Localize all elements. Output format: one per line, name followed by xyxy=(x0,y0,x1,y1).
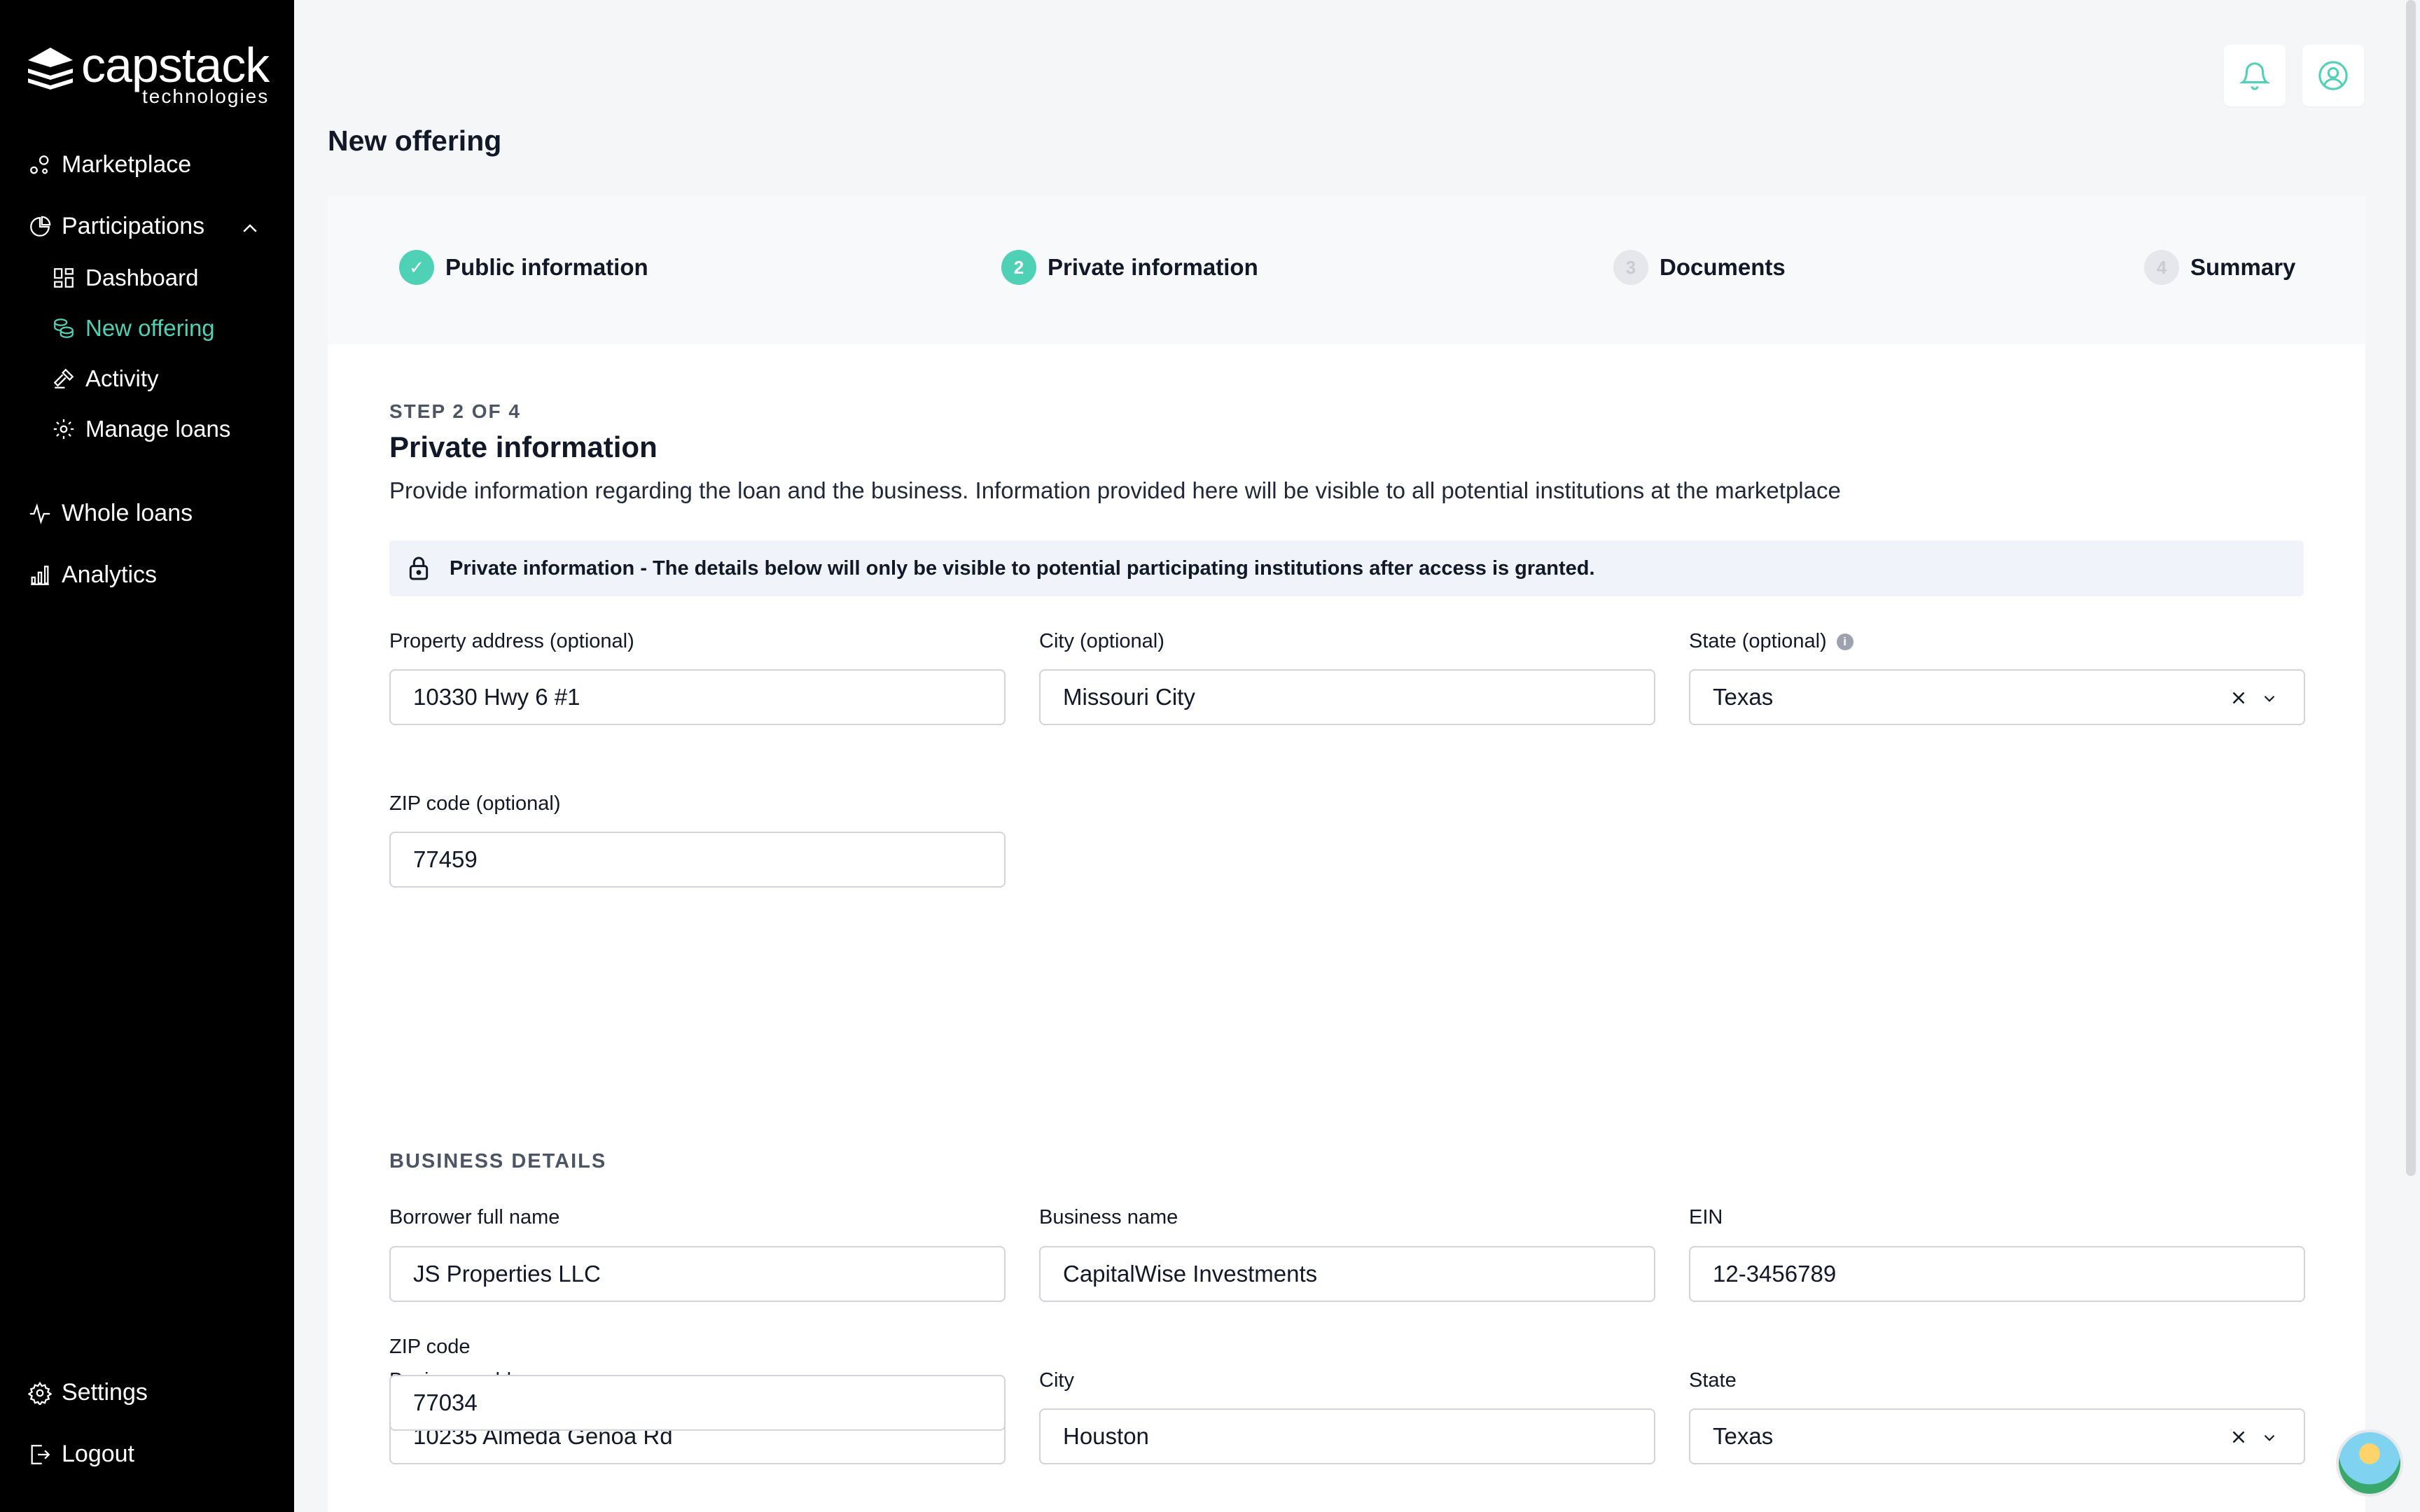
dashboard-icon xyxy=(54,268,74,288)
sidebar: capstack technologies Marketplace Partic… xyxy=(0,0,294,1512)
step-label: Private information xyxy=(1048,254,1258,280)
property-zip-input[interactable] xyxy=(389,832,1006,888)
sidebar-item-analytics[interactable]: Analytics xyxy=(28,561,157,589)
property-zip-label: ZIP code (optional) xyxy=(389,792,561,815)
ein-input[interactable] xyxy=(1689,1246,2305,1302)
sidebar-item-label: Dashboard xyxy=(85,265,199,290)
clear-icon[interactable] xyxy=(2228,687,2249,708)
sidebar-item-logout[interactable]: Logout xyxy=(28,1441,134,1468)
chevron-down-icon[interactable] xyxy=(2260,690,2279,708)
borrower-name-label: Borrower full name xyxy=(389,1206,560,1228)
sidebar-item-settings[interactable]: Settings xyxy=(28,1379,148,1406)
sidebar-item-participations[interactable]: Participations xyxy=(28,213,204,240)
scrollbar[interactable] xyxy=(2406,0,2416,1176)
property-city-input[interactable] xyxy=(1039,669,1655,725)
bar-chart-icon xyxy=(31,565,49,585)
marketplace-icon xyxy=(30,155,49,174)
private-info-notice: Private information - The details below … xyxy=(389,540,2304,596)
logo-stack-icon xyxy=(28,48,73,90)
step-label: Public information xyxy=(445,254,648,280)
select-value: Texas xyxy=(1713,1423,1774,1449)
step-label: Documents xyxy=(1660,254,1786,280)
chevron-down-icon[interactable] xyxy=(2260,1429,2279,1447)
notifications-button[interactable] xyxy=(2224,45,2286,106)
property-address-label: Property address (optional) xyxy=(389,630,634,652)
business-city-label: City xyxy=(1039,1369,1074,1392)
sidebar-item-label: Participations xyxy=(62,213,205,239)
property-state-select[interactable]: Texas xyxy=(1689,669,2305,725)
capstack-logo[interactable]: capstack technologies xyxy=(27,38,270,106)
step-documents[interactable]: 3 Documents xyxy=(1613,250,1786,285)
lock-icon xyxy=(409,556,429,580)
stepper: ✓ Public information 2 Private informati… xyxy=(328,196,2365,344)
sidebar-item-new-offering[interactable]: New offering xyxy=(52,315,215,342)
section-description: Provide information regarding the loan a… xyxy=(389,477,1841,503)
property-state-label-row: State (optional) i xyxy=(1689,630,1854,653)
logo-text: capstack xyxy=(81,38,270,92)
step-private-information[interactable]: 2 Private information xyxy=(1001,250,1258,285)
gavel-icon xyxy=(53,368,74,388)
ein-label: EIN xyxy=(1689,1206,1723,1228)
step-counter: STEP 2 OF 4 xyxy=(389,400,521,422)
sidebar-item-label: Logout xyxy=(62,1441,134,1467)
info-icon[interactable]: i xyxy=(1836,633,1854,650)
notice-text: Private information - The details below … xyxy=(450,556,1595,580)
business-city-input[interactable] xyxy=(1039,1408,1655,1464)
page-title: New offering xyxy=(328,125,502,157)
sidebar-item-label: Manage loans xyxy=(85,416,231,442)
sidebar-item-label: Analytics xyxy=(62,561,158,588)
business-state-label: State xyxy=(1689,1369,1737,1392)
offering-form-card: ✓ Public information 2 Private informati… xyxy=(328,196,2365,1512)
step-number: 3 xyxy=(1613,250,1648,285)
sidebar-item-whole-loans[interactable]: Whole loans xyxy=(28,500,193,527)
step-public-information[interactable]: ✓ Public information xyxy=(399,250,648,285)
step-number: 4 xyxy=(2144,250,2179,285)
sidebar-item-label: New offering xyxy=(85,315,215,341)
sidebar-item-label: Whole loans xyxy=(62,500,193,526)
business-state-select[interactable]: Texas xyxy=(1689,1408,2305,1464)
logout-icon xyxy=(31,1444,50,1464)
sidebar-item-label: Marketplace xyxy=(62,151,192,178)
business-zip-input[interactable] xyxy=(389,1375,1006,1431)
sidebar-item-marketplace[interactable]: Marketplace xyxy=(28,151,191,178)
section-title: Private information xyxy=(389,430,658,463)
sidebar-item-label: Settings xyxy=(62,1379,148,1406)
sidebar-item-label: Activity xyxy=(85,365,159,391)
cog-icon xyxy=(53,419,74,440)
business-zip-label: ZIP code xyxy=(389,1336,471,1358)
clear-icon[interactable] xyxy=(2228,1427,2249,1448)
property-state-label: State (optional) xyxy=(1689,630,1827,652)
business-name-label: Business name xyxy=(1039,1206,1178,1228)
profile-button[interactable] xyxy=(2302,45,2364,106)
select-value: Texas xyxy=(1713,684,1774,710)
business-details-heading: BUSINESS DETAILS xyxy=(389,1150,607,1172)
support-avatar-button[interactable] xyxy=(2336,1429,2403,1497)
chevron-up-icon[interactable] xyxy=(239,218,260,239)
sidebar-item-dashboard[interactable]: Dashboard xyxy=(52,265,198,291)
step-summary[interactable]: 4 Summary xyxy=(2144,250,2295,285)
business-name-input[interactable] xyxy=(1039,1246,1655,1302)
step-check-icon: ✓ xyxy=(399,250,434,285)
pie-chart-icon xyxy=(30,216,51,237)
borrower-name-input[interactable] xyxy=(389,1246,1006,1302)
sidebar-item-manage-loans[interactable]: Manage loans xyxy=(52,416,230,442)
step-number: 2 xyxy=(1001,250,1036,285)
pulse-icon xyxy=(29,503,50,524)
user-circle-icon xyxy=(2318,61,2348,90)
property-city-label: City (optional) xyxy=(1039,630,1164,652)
sidebar-item-activity[interactable]: Activity xyxy=(52,365,159,392)
coins-icon xyxy=(54,318,74,338)
step-label: Summary xyxy=(2190,254,2296,280)
property-address-input[interactable] xyxy=(389,669,1006,725)
bell-icon xyxy=(2239,62,2271,90)
gear-icon xyxy=(28,1381,52,1405)
